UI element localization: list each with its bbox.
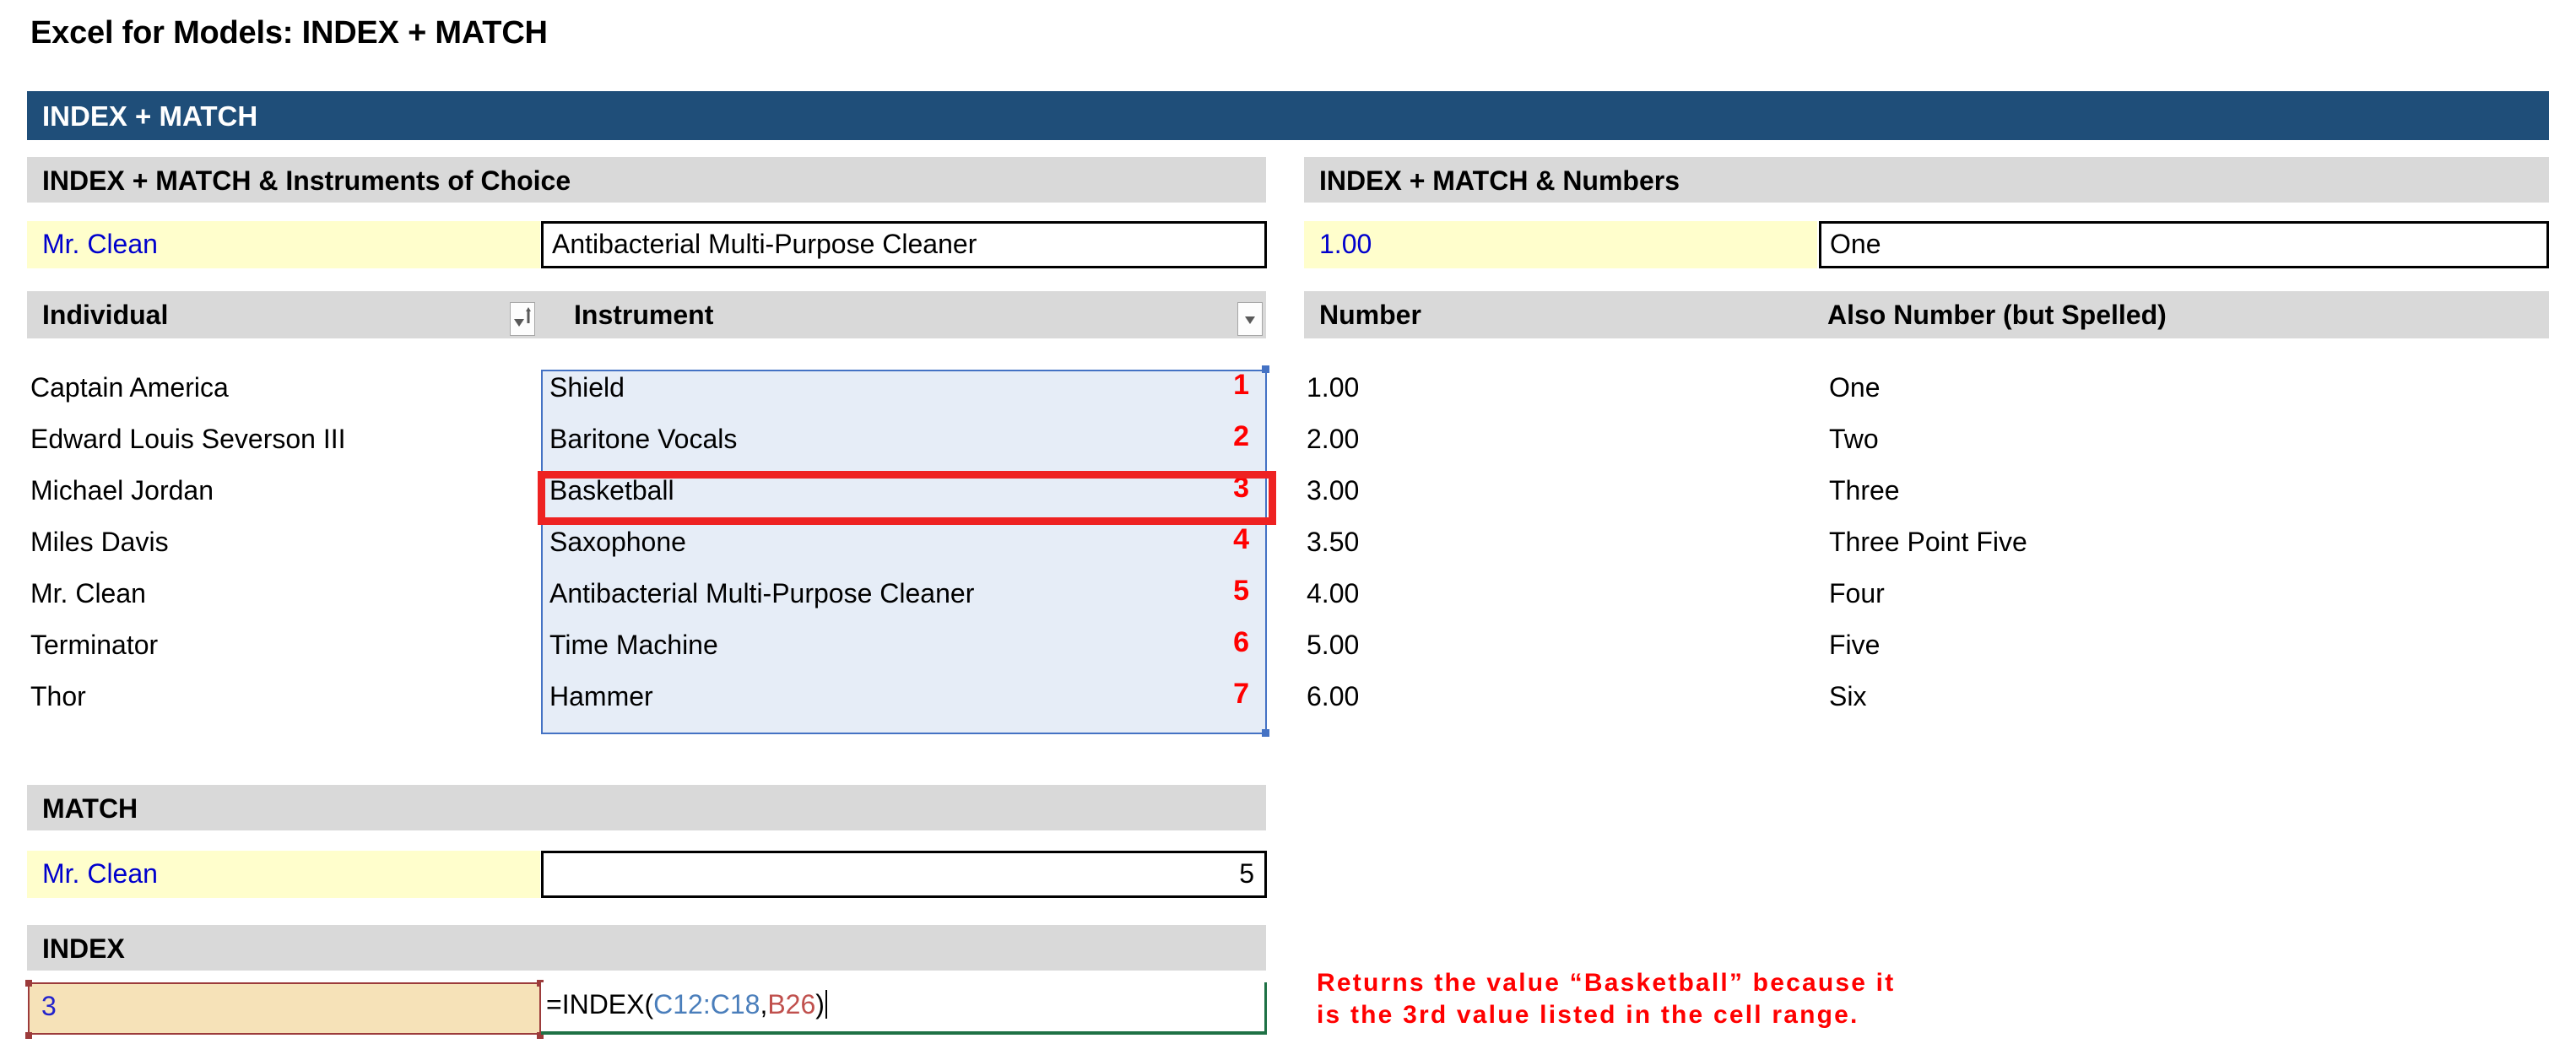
highlight-box-basketball [538, 471, 1276, 525]
left-lookup-result-value: Antibacterial Multi-Purpose Cleaner [552, 229, 977, 259]
left-lookup-result-cell[interactable]: Antibacterial Multi-Purpose Cleaner [541, 221, 1267, 268]
left-col-header-individual: Individual [42, 300, 169, 330]
right-col-header-number: Number [1319, 300, 1421, 330]
left-lookup-key-value: Mr. Clean [42, 229, 158, 259]
table-row: 1.00 [1307, 372, 1360, 403]
table-cell-instrument: Baritone Vocals [549, 424, 738, 454]
formula-index-ref: B26 [767, 989, 816, 1019]
right-section-header: INDEX + MATCH & Numbers [1304, 157, 2549, 203]
right-table-header-row: Number Also Number (but Spelled) [1304, 291, 2549, 338]
match-section-title: MATCH [42, 793, 138, 824]
table-row: Captain America [30, 372, 229, 403]
row-position-number: 7 [1233, 678, 1249, 710]
selection-handle-top-right[interactable] [1262, 365, 1269, 373]
table-row: Thor [30, 681, 86, 711]
table-cell-spelled: Two [1829, 424, 1879, 454]
table-cell-spelled: One [1829, 372, 1881, 403]
left-col-header-instrument: Instrument [574, 300, 714, 330]
table-row: Mr. Clean [30, 578, 146, 608]
formula-comma: , [760, 989, 768, 1019]
table-row: 3.00 [1307, 475, 1360, 506]
match-section-header: MATCH [27, 785, 1266, 830]
left-section-header: INDEX + MATCH & Instruments of Choice [27, 157, 1266, 203]
sort-filter-icon[interactable] [510, 302, 535, 336]
index-argument-cell[interactable]: 3 [28, 982, 541, 1035]
index-formula-text: =INDEX(C12:C18,B26) [546, 989, 827, 1020]
table-cell-instrument: Hammer [549, 681, 653, 711]
table-cell-spelled: Three Point Five [1829, 527, 2027, 557]
formula-prefix: =INDEX( [546, 989, 654, 1019]
table-cell-spelled: Three [1829, 475, 1900, 506]
row-position-number: 2 [1233, 420, 1249, 452]
right-lookup-key-cell[interactable]: 1.00 [1304, 221, 1817, 268]
table-row: 6.00 [1307, 681, 1360, 711]
table-cell-spelled: Five [1829, 630, 1881, 660]
right-col-header-spelled: Also Number (but Spelled) [1827, 300, 2167, 330]
left-section-title: INDEX + MATCH & Instruments of Choice [42, 165, 571, 196]
table-cell-spelled: Four [1829, 578, 1885, 608]
match-key-cell[interactable]: Mr. Clean [27, 851, 540, 898]
table-row: 5.00 [1307, 630, 1360, 660]
row-position-number: 4 [1233, 523, 1249, 555]
right-lookup-result-cell[interactable]: One [1819, 221, 2549, 268]
selection-handle-bottom-right[interactable] [1262, 729, 1269, 737]
section-banner: INDEX + MATCH [27, 91, 2549, 140]
table-cell-instrument: Time Machine [549, 630, 718, 660]
row-position-number: 5 [1233, 575, 1249, 607]
index-section-header: INDEX [27, 925, 1266, 971]
chevron-down-icon[interactable] [1237, 302, 1263, 336]
table-cell-spelled: Six [1829, 681, 1867, 711]
index-section-title: INDEX [42, 933, 125, 964]
match-result-value: 5 [1239, 858, 1254, 889]
index-argument-value: 3 [41, 991, 57, 1021]
table-row: Miles Davis [30, 527, 169, 557]
right-lookup-key-value: 1.00 [1319, 229, 1372, 259]
annotation-text: Returns the value “Basketball” because i… [1317, 969, 1896, 1029]
range-handle-top-left[interactable] [25, 980, 32, 987]
page-title: Excel for Models: INDEX + MATCH [30, 15, 548, 51]
range-handle-bottom-left[interactable] [25, 1032, 32, 1039]
row-position-number: 6 [1233, 626, 1249, 658]
table-row: Terminator [30, 630, 159, 660]
row-position-number: 1 [1233, 369, 1249, 401]
formula-suffix: ) [815, 989, 825, 1019]
table-cell-instrument: Antibacterial Multi-Purpose Cleaner [549, 578, 975, 608]
table-row: 3.50 [1307, 527, 1360, 557]
right-section-title: INDEX + MATCH & Numbers [1319, 165, 1680, 196]
right-lookup-result-value: One [1830, 229, 1881, 259]
text-caret [825, 990, 827, 1019]
index-formula-cell[interactable]: =INDEX(C12:C18,B26) [541, 982, 1267, 1035]
formula-range-ref: C12:C18 [653, 989, 760, 1019]
table-row: Michael Jordan [30, 475, 214, 506]
table-cell-instrument: Shield [549, 372, 625, 403]
banner-label: INDEX + MATCH [42, 100, 258, 132]
left-table-header-row: Individual Instrument [27, 291, 1266, 338]
table-cell-instrument: Saxophone [549, 527, 686, 557]
match-key-value: Mr. Clean [42, 858, 158, 889]
table-row: 2.00 [1307, 424, 1360, 454]
left-lookup-key-cell[interactable]: Mr. Clean [27, 221, 540, 268]
table-row: Edward Louis Severson III [30, 424, 346, 454]
match-result-cell[interactable]: 5 [541, 851, 1267, 898]
table-row: 4.00 [1307, 578, 1360, 608]
